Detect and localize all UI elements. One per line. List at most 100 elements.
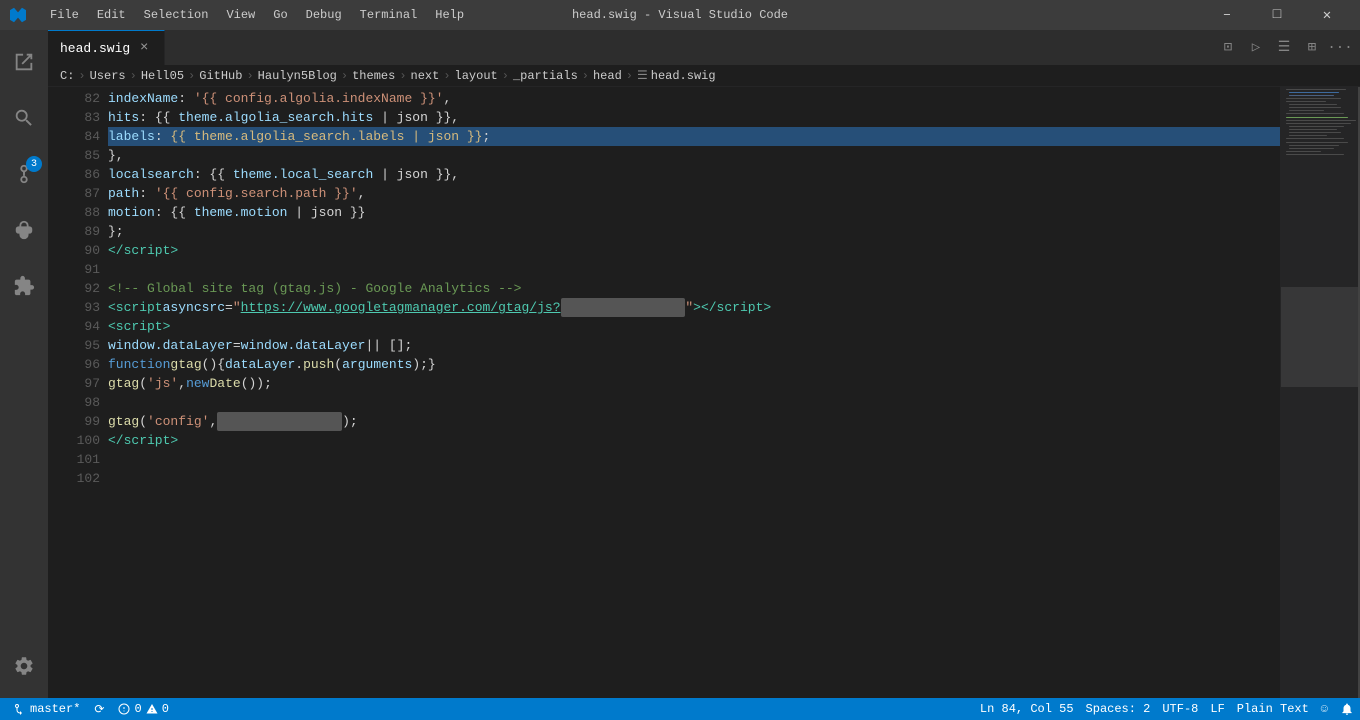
line-number: 96 (48, 355, 100, 374)
bell-icon (1340, 702, 1354, 716)
code-line: localsearch: {{ theme.local_search | jso… (108, 165, 1280, 184)
breadcrumb-item-users[interactable]: Users (90, 69, 126, 83)
breadcrumb-item-themes[interactable]: themes (352, 69, 395, 83)
branch-status[interactable]: master* (8, 698, 86, 720)
line-number: 93 (48, 298, 100, 317)
line-number: 101 (48, 450, 100, 469)
line-number: 100 (48, 431, 100, 450)
tab-close-button[interactable]: × (136, 40, 152, 56)
line-number: 87 (48, 184, 100, 203)
run-button[interactable]: ▷ (1244, 36, 1268, 60)
activity-bottom (0, 642, 48, 690)
menu-terminal[interactable]: Terminal (352, 6, 426, 24)
code-content[interactable]: indexName: '{{ config.algolia.indexName … (108, 87, 1280, 698)
breadcrumb-item-next[interactable]: next (411, 69, 440, 83)
split-editor-button[interactable]: ⊡ (1216, 36, 1240, 60)
layout-button[interactable]: ⊞ (1300, 36, 1324, 60)
spaces-label: Spaces: 2 (1086, 702, 1151, 716)
breadcrumb: C: › Users › Hell05 › GitHub › Haulyn5Bl… (48, 65, 1360, 87)
breadcrumb-item-head[interactable]: head (593, 69, 622, 83)
window-title: head.swig - Visual Studio Code (572, 8, 788, 22)
line-number: 94 (48, 317, 100, 336)
spaces-status[interactable]: Spaces: 2 (1080, 698, 1157, 720)
viewer-button[interactable]: ☰ (1272, 36, 1296, 60)
minimap-canvas (1281, 87, 1360, 698)
activity-source-control[interactable]: 3 (0, 150, 48, 198)
tabs-bar: head.swig × ⊡ ▷ ☰ ⊞ ··· (48, 30, 1360, 65)
line-number: 82 (48, 89, 100, 108)
line-numbers: 8283848586878889909192939495969798991001… (48, 87, 108, 698)
main-layout: 3 head.swig × ⊡ ▷ ☰ ⊞ ··· (0, 30, 1360, 698)
code-line: hits: {{ theme.algolia_search.hits | jso… (108, 108, 1280, 127)
code-line: <!-- Global site tag (gtag.js) - Google … (108, 279, 1280, 298)
language-status[interactable]: Plain Text (1231, 698, 1315, 720)
tabs-actions: ⊡ ▷ ☰ ⊞ ··· (1208, 30, 1360, 65)
minimap-svg (1281, 87, 1360, 687)
menu-debug[interactable]: Debug (298, 6, 350, 24)
breadcrumb-item-headswig[interactable]: head.swig (651, 69, 716, 83)
warning-count: 0 (162, 702, 169, 716)
feedback-icon: ☺ (1321, 702, 1328, 716)
activity-bar: 3 (0, 30, 48, 698)
code-line: <script async src="https://www.googletag… (108, 298, 1280, 317)
line-number: 90 (48, 241, 100, 260)
status-left: master* ⟳ 0 0 (0, 698, 183, 720)
menu-view[interactable]: View (218, 6, 263, 24)
feedback-button[interactable]: ☺ (1315, 698, 1334, 720)
vscode-icon (10, 7, 26, 23)
close-button[interactable]: ✕ (1304, 0, 1350, 30)
code-line: </script> (108, 431, 1280, 450)
tab-filename: head.swig (60, 41, 130, 56)
line-number: 98 (48, 393, 100, 412)
activity-debug[interactable] (0, 206, 48, 254)
breadcrumb-item-github[interactable]: GitHub (199, 69, 242, 83)
breadcrumb-item-hell05[interactable]: Hell05 (141, 69, 184, 83)
menu-edit[interactable]: Edit (89, 6, 134, 24)
activity-search[interactable] (0, 94, 48, 142)
code-line: }; (108, 222, 1280, 241)
eol-label: LF (1210, 702, 1224, 716)
code-line (108, 450, 1280, 469)
menu-go[interactable]: Go (265, 6, 295, 24)
activity-settings[interactable] (0, 642, 48, 690)
code-line: motion: {{ theme.motion | json }} (108, 203, 1280, 222)
code-line (108, 469, 1280, 488)
breadcrumb-item-partials[interactable]: _partials (513, 69, 578, 83)
notifications-button[interactable] (1334, 698, 1360, 720)
line-number: 92 (48, 279, 100, 298)
active-tab[interactable]: head.swig × (48, 30, 165, 65)
error-icon (118, 703, 130, 715)
breadcrumb-item-haulyn5blog[interactable]: Haulyn5Blog (258, 69, 337, 83)
status-right: Ln 84, Col 55 Spaces: 2 UTF-8 LF Plain T… (974, 698, 1360, 720)
line-col: Ln 84, Col 55 (980, 702, 1074, 716)
code-line: gtag('config', ); (108, 412, 1280, 431)
line-number: 99 (48, 412, 100, 431)
code-line: indexName: '{{ config.algolia.indexName … (108, 89, 1280, 108)
breadcrumb-item-layout[interactable]: layout (455, 69, 498, 83)
menu-file[interactable]: File (42, 6, 87, 24)
code-line (108, 260, 1280, 279)
cursor-position[interactable]: Ln 84, Col 55 (974, 698, 1080, 720)
warning-icon (146, 703, 158, 715)
code-line: gtag('js', new Date()); (108, 374, 1280, 393)
line-number: 97 (48, 374, 100, 393)
activity-explorer[interactable] (0, 38, 48, 86)
menu-selection[interactable]: Selection (136, 6, 217, 24)
breadcrumb-item-c[interactable]: C: (60, 69, 74, 83)
code-line: <script> (108, 317, 1280, 336)
line-number: 91 (48, 260, 100, 279)
minimize-button[interactable]: – (1204, 0, 1250, 30)
eol-status[interactable]: LF (1204, 698, 1230, 720)
errors-status[interactable]: 0 0 (112, 698, 174, 720)
activity-extensions[interactable] (0, 262, 48, 310)
titlebar: File Edit Selection View Go Debug Termin… (0, 0, 1360, 30)
more-actions-button[interactable]: ··· (1328, 36, 1352, 60)
maximize-button[interactable]: □ (1254, 0, 1300, 30)
sync-status[interactable]: ⟳ (88, 698, 110, 720)
encoding-status[interactable]: UTF-8 (1156, 698, 1204, 720)
line-number: 95 (48, 336, 100, 355)
line-number: 86 (48, 165, 100, 184)
line-number: 102 (48, 469, 100, 488)
line-number: 89 (48, 222, 100, 241)
menu-help[interactable]: Help (427, 6, 472, 24)
